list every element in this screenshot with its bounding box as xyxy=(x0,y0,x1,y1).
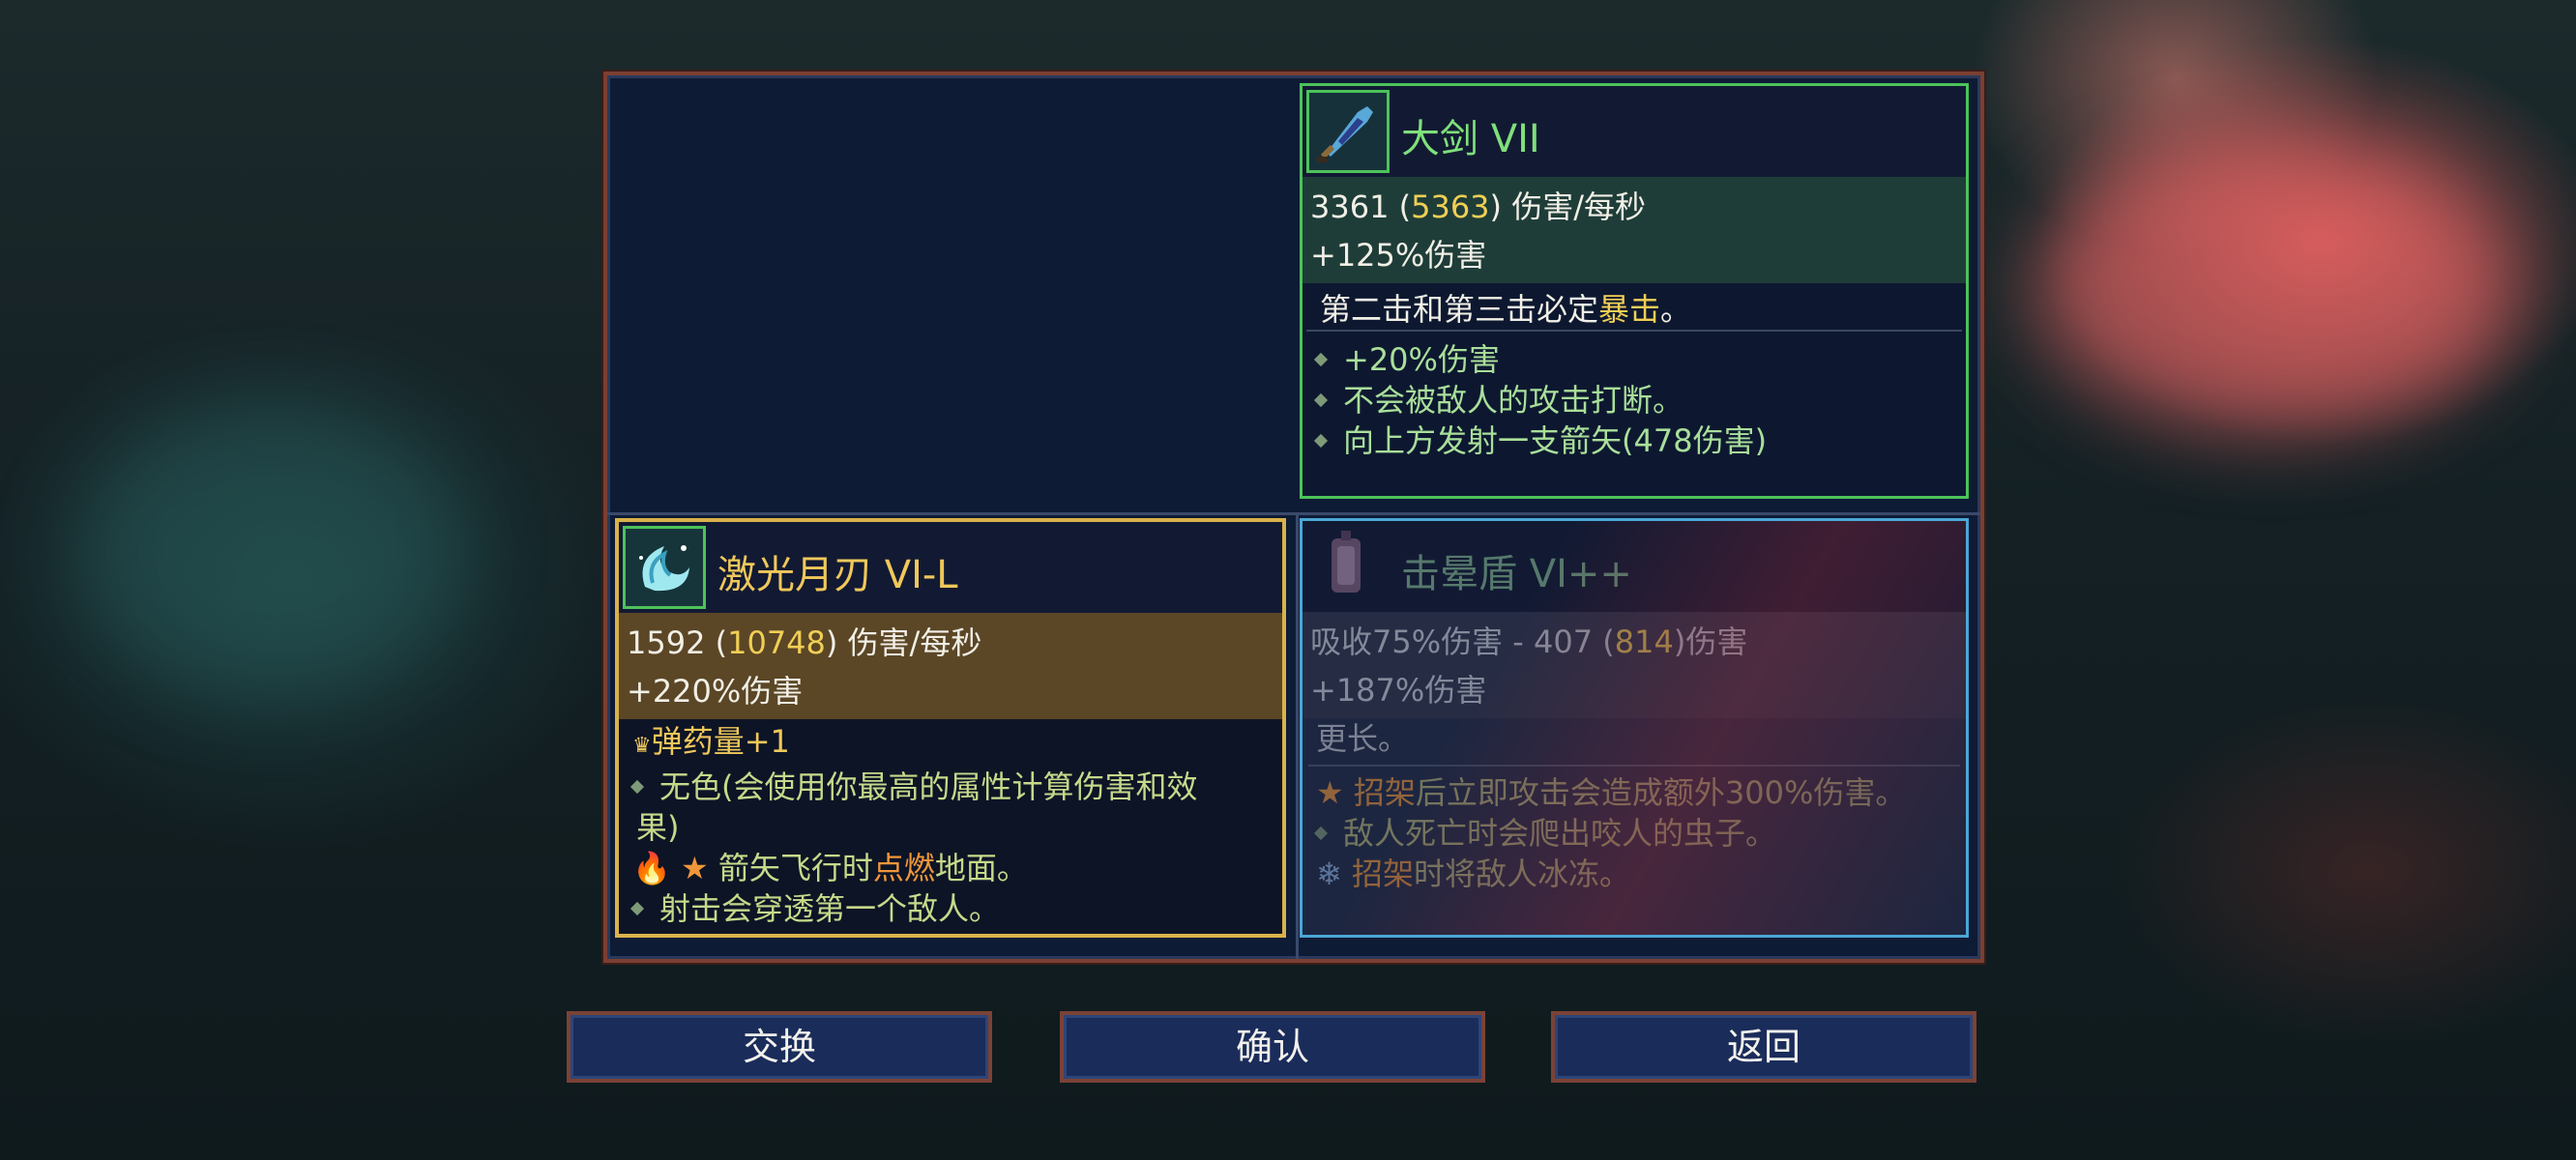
card-header: 激光月刃 VI-L xyxy=(619,522,1282,613)
confirm-button[interactable]: 确认 xyxy=(1060,1011,1485,1083)
dps-line: 1592 (10748) 伤害/每秒 xyxy=(627,624,982,661)
bullet-icon xyxy=(1313,392,1329,408)
divider xyxy=(1296,512,1299,959)
item-stats: 1592 (10748) 伤害/每秒 +220%伤害 xyxy=(619,613,1282,719)
modifier-item: 敌人死亡时会爬出咬人的虫子。 xyxy=(1303,813,1966,854)
modifier-item: ★ 招架后立即攻击会造成额外300%伤害。 xyxy=(1316,774,1907,811)
greatsword-icon xyxy=(1306,90,1390,173)
item-title: 激光月刃 VI-L xyxy=(717,553,958,597)
modifier-item: 射击会穿透第一个敌人。 xyxy=(619,888,1282,929)
modifier-item-cont: 果) xyxy=(636,809,680,846)
damage-bonus: +220%伤害 xyxy=(627,673,804,710)
card-header: 大剑 VII xyxy=(1303,86,1966,177)
description-text: 第二击和第三击必定暴击。 xyxy=(1306,283,1962,332)
description-text: 更长。 xyxy=(1316,720,1410,757)
modifier-item: 无色(会使用你最高的属性计算伤害和效 xyxy=(619,767,1282,807)
background-blur xyxy=(2031,145,2514,435)
item-stats: 3361 (5363) 伤害/每秒 +125%伤害 xyxy=(1303,177,1966,283)
ammo-line: ♛弹药量+1 xyxy=(632,723,790,760)
stun-shield-icon xyxy=(1306,525,1390,608)
item-card-stun-shield[interactable]: 击晕盾 VI++ 吸收75%伤害 - 407 (814)伤害 +187%伤害 更… xyxy=(1300,518,1969,938)
bullet-icon xyxy=(629,779,645,795)
snowflake-icon: ❄ xyxy=(1316,856,1342,892)
star-icon: ★ xyxy=(1316,774,1344,811)
item-card-laser-moon-blade[interactable]: 激光月刃 VI-L 1592 (10748) 伤害/每秒 +220%伤害 ♛弹药… xyxy=(615,518,1286,938)
laser-moon-blade-icon xyxy=(623,526,706,609)
background-blur xyxy=(77,406,464,696)
star-icon: ★ xyxy=(681,850,709,886)
absorb-line: 吸收75%伤害 - 407 (814)伤害 xyxy=(1310,624,1748,660)
item-description: ♛弹药量+1 无色(会使用你最高的属性计算伤害和效 果) 🔥 ★ 箭矢飞行时点燃… xyxy=(619,719,1282,934)
dps-line: 3361 (5363) 伤害/每秒 xyxy=(1310,188,1646,225)
modifier-item: ❄ 招架时将敌人冰冻。 xyxy=(1316,856,1631,892)
damage-bonus: +125%伤害 xyxy=(1310,237,1487,274)
bullet-icon xyxy=(629,901,645,916)
item-stats: 吸收75%伤害 - 407 (814)伤害 +187%伤害 xyxy=(1303,612,1966,718)
damage-bonus: +187%伤害 xyxy=(1310,672,1487,709)
modifier-item: 不会被敌人的攻击打断。 xyxy=(1303,380,1966,420)
modifier-item: 向上方发射一支箭矢(478伤害) xyxy=(1303,420,1966,461)
fire-icon: 🔥 xyxy=(632,850,671,886)
item-title: 大剑 VII xyxy=(1401,117,1540,161)
bullet-icon xyxy=(1313,826,1329,841)
swap-button[interactable]: 交换 xyxy=(567,1011,992,1083)
item-description: 更长。 ★ 招架后立即攻击会造成额外300%伤害。 敌人死亡时会爬出咬人的虫子。… xyxy=(1303,718,1966,935)
card-header: 击晕盾 VI++ xyxy=(1303,521,1966,612)
item-title: 击晕盾 VI++ xyxy=(1401,552,1632,596)
item-card-greatsword[interactable]: 大剑 VII 3361 (5363) 伤害/每秒 +125%伤害 第二击和第三击… xyxy=(1300,83,1969,499)
bullet-icon xyxy=(1313,352,1329,367)
crown-icon: ♛ xyxy=(632,734,652,758)
modifier-item: +20%伤害 xyxy=(1303,339,1966,380)
item-description: 第二击和第三击必定暴击。 +20%伤害 不会被敌人的攻击打断。 向上方发射一支箭… xyxy=(1303,283,1966,496)
modifier-item: 🔥 ★ 箭矢飞行时点燃地面。 xyxy=(632,850,1028,886)
divider xyxy=(607,512,1980,515)
bullet-icon xyxy=(1313,433,1329,449)
back-button[interactable]: 返回 xyxy=(1551,1011,1976,1083)
